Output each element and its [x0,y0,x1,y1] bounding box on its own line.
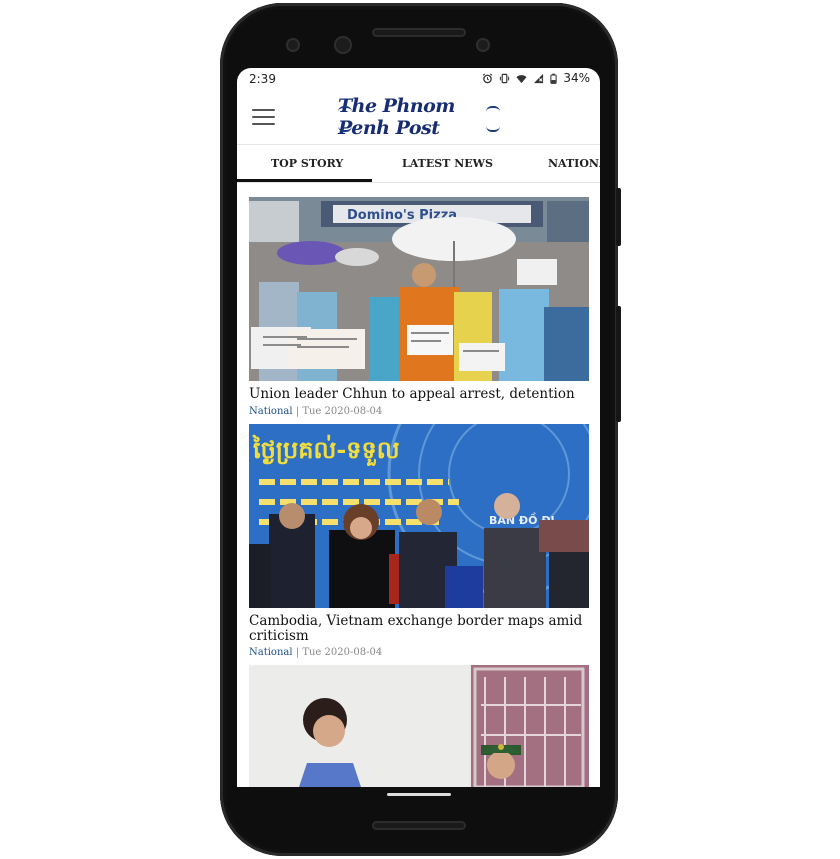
phnom-penh-post-logo: The Phnom Penh Post [338,95,500,139]
tab-top-story[interactable]: TOP STORY [271,157,343,170]
logo-flourish-left [338,106,352,132]
app-screen: 2:39 34% The Phnom Penh Post TOP STORY L… [237,68,600,787]
status-bar: 2:39 34% [237,68,600,90]
battery-icon [550,73,557,84]
logo-flourish-right [486,106,500,132]
wifi-icon [516,74,527,83]
article-headline[interactable]: Union leader Chhun to appeal arrest, det… [249,387,589,402]
section-tabs: TOP STORY LATEST NEWS NATIONAL [237,144,600,183]
article-image-border-maps[interactable]: ថ្ងៃប្រគល់-ទទួល BẢN ĐỒ ĐỊ [249,424,589,608]
power-button [616,188,621,246]
home-gesture-pill[interactable] [387,793,451,796]
earpiece-speaker [372,28,466,37]
article-image-protest[interactable]: Domino's Pizza [249,197,589,381]
article-card[interactable]: Domino's Pizza Union leader Chhun to app… [249,197,589,419]
tab-national[interactable]: NATIONAL [548,157,600,170]
status-icons: 34% [482,71,590,85]
article-card[interactable] [249,665,589,787]
article-card[interactable]: ថ្ងៃប្រគល់-ទទួល BẢN ĐỒ ĐỊ Cambodia, Viet… [249,424,589,662]
svg-text:ថ្ងៃប្រគល់-ទទួល: ថ្ងៃប្រគល់-ទទួល [252,434,400,467]
meta-separator: | [295,647,300,658]
article-date: Tue 2020-08-04 [302,406,383,417]
article-meta: National | Tue 2020-08-04 [249,647,382,658]
article-date: Tue 2020-08-04 [302,647,383,658]
border-maps-photo: ថ្ងៃប្រគល់-ទទួល BẢN ĐỒ ĐỊ [249,424,589,608]
news-feed: Domino's Pizza Union leader Chhun to app… [237,181,600,787]
protest-photo: Domino's Pizza [249,197,589,381]
logo-text: The Phnom Penh Post [338,95,455,139]
front-camera-icon [334,36,352,54]
hamburger-menu-icon[interactable] [252,109,275,127]
article-headline[interactable]: Cambodia, Vietnam exchange border maps a… [249,614,589,644]
vibrate-icon [500,73,510,83]
alarm-icon [482,73,493,83]
signal-icon [534,73,544,83]
article-meta: National | Tue 2020-08-04 [249,406,382,417]
article-category[interactable]: National [249,647,293,658]
bottom-speaker [372,821,466,830]
sensor-icon [286,38,300,52]
meta-separator: | [295,406,300,417]
tab-latest-news[interactable]: LATEST NEWS [402,157,493,170]
article-image-courtroom[interactable] [249,665,589,787]
battery-percent: 34% [563,71,590,85]
volume-button [616,306,621,422]
sensor-icon [476,38,490,52]
article-category[interactable]: National [249,406,293,417]
status-time: 2:39 [249,72,276,86]
courtroom-photo [249,665,589,787]
app-bar: The Phnom Penh Post [237,90,600,144]
